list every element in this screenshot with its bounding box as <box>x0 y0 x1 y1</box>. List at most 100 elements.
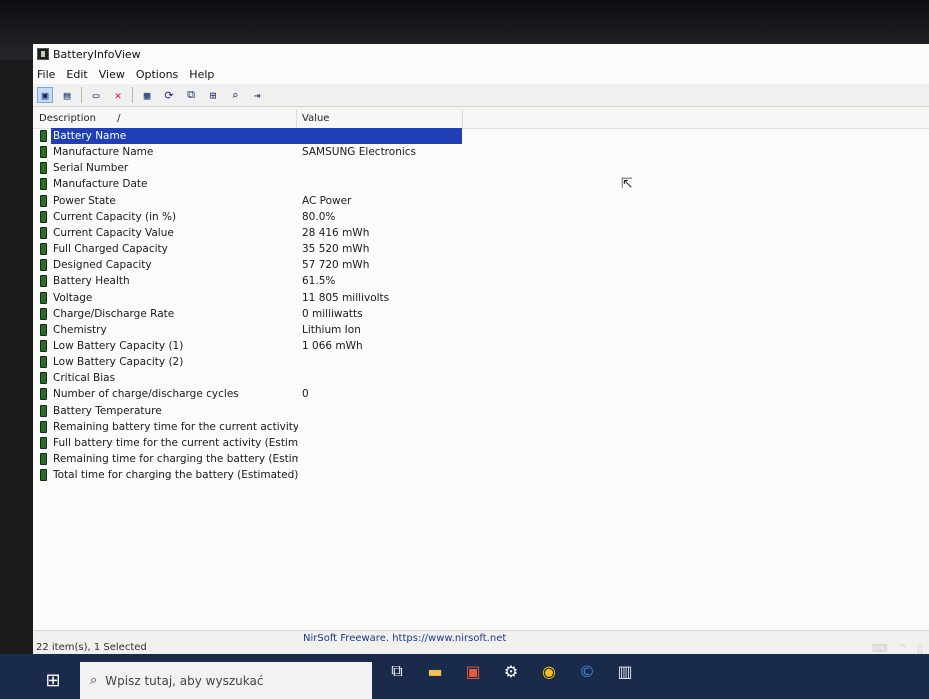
copy-icon[interactable]: ▤ <box>59 87 75 103</box>
row-value: 11 805 millivolts <box>302 291 390 304</box>
battery-icon <box>40 453 47 465</box>
exit-icon[interactable]: ⇥ <box>249 87 265 103</box>
keyboard-icon[interactable]: ⌨ <box>872 642 888 655</box>
row-description: Charge/Discharge Rate <box>53 307 175 320</box>
toolbar-separator <box>132 87 133 103</box>
list-row[interactable]: Manufacture Date <box>33 176 929 192</box>
row-description: Full battery time for the current activi… <box>53 436 298 449</box>
list-row[interactable]: Current Capacity Value 28 416 mWh <box>33 225 929 241</box>
menu-edit[interactable]: Edit <box>66 68 87 81</box>
toolbar: ▣ ▤ ▭ ✕ ▦ ⟳ ⧉ ⊞ ⌕ ⇥ <box>33 84 929 107</box>
row-value <box>296 403 462 419</box>
settings-icon[interactable]: ⚙ <box>492 656 530 686</box>
row-description: Battery Name <box>51 128 298 144</box>
properties-icon[interactable]: ⊞ <box>205 87 221 103</box>
menu-options[interactable]: Options <box>136 68 178 81</box>
save-icon[interactable]: ▦ <box>139 87 155 103</box>
store-icon[interactable]: ▣ <box>454 656 492 686</box>
window-title: BatteryInfoView <box>53 47 141 61</box>
row-description: Voltage <box>53 291 93 304</box>
copy-items-icon[interactable]: ⧉ <box>183 87 199 103</box>
system-tray: ⌨ ^ ▯ <box>862 642 923 655</box>
chrome-icon[interactable]: ◉ <box>530 656 568 686</box>
column-header-value[interactable]: Value <box>302 113 329 124</box>
list-row[interactable]: Voltage 11 805 millivolts <box>33 290 929 306</box>
file-explorer-icon[interactable]: ▬ <box>416 656 454 686</box>
list-row[interactable]: Total time for charging the battery (Est… <box>33 467 929 483</box>
app-window: BatteryInfoView File Edit View Options Help … <box>33 44 929 654</box>
status-item-count: 22 item(s), 1 Selected <box>36 642 147 653</box>
list-row[interactable]: Full battery time for the current activi… <box>33 435 929 451</box>
row-description: Manufacture Date <box>53 178 148 191</box>
row-value <box>296 176 462 192</box>
list-row[interactable]: Battery Health 61.5% <box>33 273 929 289</box>
battery-icon <box>40 210 47 223</box>
taskbar-apps: ⧉ ▬ ▣ ⚙ ◉ © ▥ <box>378 656 644 686</box>
ccleaner-icon[interactable]: © <box>568 656 606 686</box>
row-value <box>296 354 462 370</box>
row-description: Remaining time for charging the battery … <box>53 453 298 465</box>
row-description: Low Battery Capacity (1) <box>53 339 184 352</box>
row-description: Designed Capacity <box>53 259 152 272</box>
menu-help[interactable]: Help <box>189 68 214 81</box>
menu-file[interactable]: File <box>37 68 55 81</box>
battery-icon <box>40 146 47 159</box>
battery-icon <box>40 243 47 256</box>
menu-view[interactable]: View <box>99 68 125 81</box>
refresh-icon[interactable]: ⟳ <box>161 87 177 103</box>
list-row[interactable]: Charge/Discharge Rate 0 milliwatts <box>33 306 929 322</box>
list-row[interactable]: Low Battery Capacity (2) <box>33 354 929 370</box>
row-value: 57 720 mWh <box>302 259 370 272</box>
column-header-description[interactable]: Description / <box>39 113 121 124</box>
row-value: 28 416 mWh <box>302 226 370 239</box>
row-description: Full Charged Capacity <box>53 243 168 256</box>
list-row[interactable]: Serial Number <box>33 160 929 176</box>
list-row[interactable]: Manufacture Name SAMSUNG Electronics <box>33 144 929 160</box>
list-row[interactable]: Power State AC Power <box>33 193 929 209</box>
task-view-icon[interactable]: ⧉ <box>378 656 416 686</box>
battery-icon <box>40 469 47 482</box>
row-value <box>296 435 462 451</box>
windows-start-icon[interactable]: ⊞ <box>42 670 64 692</box>
battery-icon <box>40 259 47 272</box>
tray-chevron-icon[interactable]: ^ <box>898 642 907 655</box>
nirsoft-link[interactable]: NirSoft Freeware. https://www.nirsoft.ne… <box>303 633 506 644</box>
list-row[interactable]: Full Charged Capacity 35 520 mWh <box>33 241 929 257</box>
toolbar-separator <box>81 87 82 103</box>
list-row[interactable]: Chemistry Lithium Ion <box>33 322 929 338</box>
list-row[interactable]: Number of charge/discharge cycles 0 <box>33 386 929 402</box>
battery-icon <box>40 420 47 433</box>
column-divider[interactable] <box>462 110 463 128</box>
view-mode-icon[interactable]: ▣ <box>37 87 53 103</box>
row-value: 1 066 mWh <box>302 339 363 352</box>
sort-indicator-icon: / <box>117 113 121 124</box>
row-description: Current Capacity Value <box>53 226 174 239</box>
list-row[interactable]: Designed Capacity 57 720 mWh <box>33 257 929 273</box>
row-value: 0 <box>302 388 309 401</box>
delete-icon[interactable]: ✕ <box>110 87 126 103</box>
list-row[interactable]: Remaining battery time for the current a… <box>33 419 929 435</box>
row-description: Low Battery Capacity (2) <box>53 356 184 369</box>
find-icon[interactable]: ⌕ <box>227 87 243 103</box>
list-header: Description / Value <box>33 110 929 129</box>
taskbar-search-input[interactable]: ⌕ Wpisz tutaj, aby wyszukać <box>80 662 372 699</box>
battery-tray-icon[interactable]: ▯ <box>917 642 923 655</box>
row-description: Battery Health <box>53 275 130 288</box>
batteryinfoview-icon[interactable]: ▥ <box>606 656 644 686</box>
list-row[interactable]: Remaining time for charging the battery … <box>33 451 929 467</box>
battery-icon <box>40 226 47 239</box>
column-divider[interactable] <box>296 110 297 128</box>
list-row[interactable]: Critical Bias <box>33 370 929 386</box>
row-description: Critical Bias <box>53 372 116 385</box>
row-value <box>296 128 462 144</box>
battery-icon <box>40 323 47 336</box>
report-icon[interactable]: ▭ <box>88 87 104 103</box>
list-row[interactable]: Low Battery Capacity (1) 1 066 mWh <box>33 338 929 354</box>
list-row[interactable]: Battery Temperature <box>33 403 929 419</box>
list-row[interactable]: Battery Name <box>33 128 929 144</box>
battery-icon <box>40 178 47 191</box>
row-value <box>296 467 462 483</box>
battery-info-list[interactable]: Description / Value Battery Name Manufact… <box>33 110 929 630</box>
list-row[interactable]: Current Capacity (in %) 80.0% <box>33 209 929 225</box>
battery-icon <box>40 307 47 320</box>
